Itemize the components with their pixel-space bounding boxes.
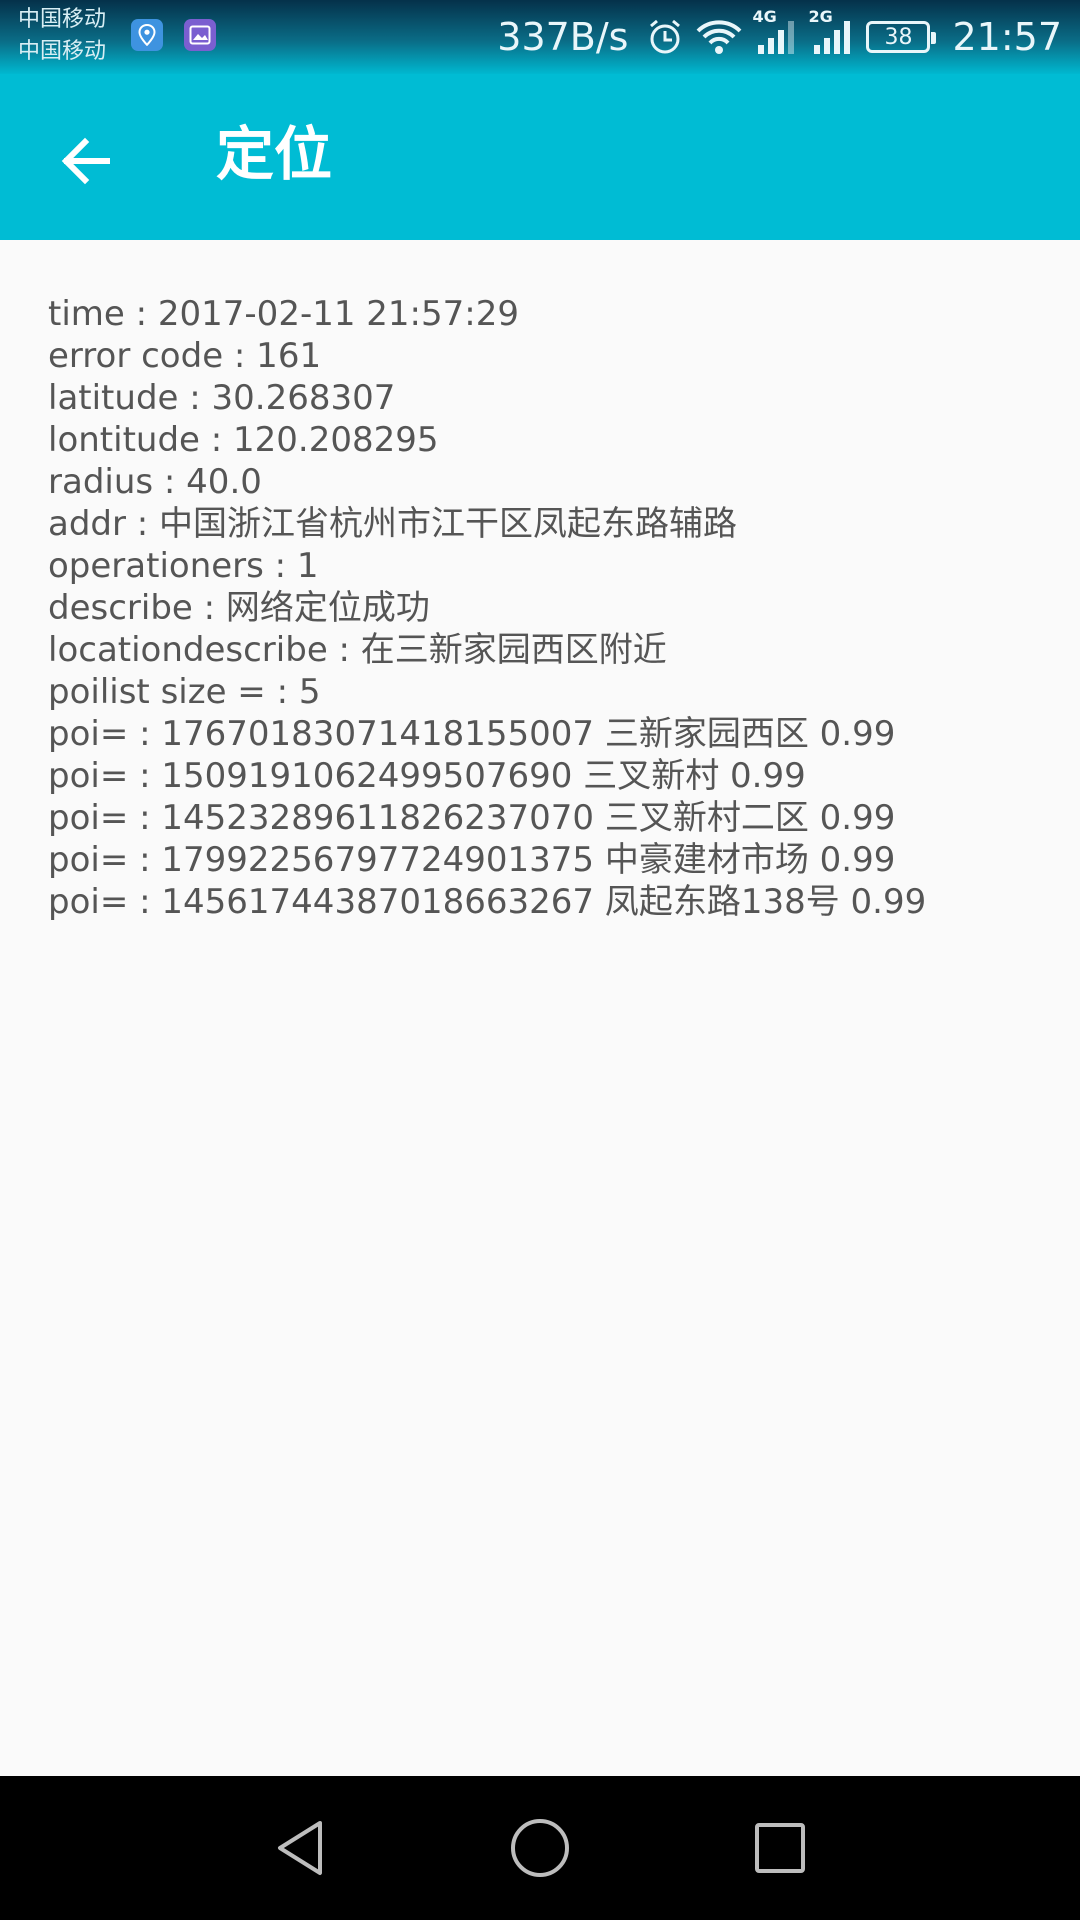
signal-4g-icon: 4G xyxy=(752,7,798,55)
text-line-address: addr : 中国浙江省杭州市江干区凤起东路辅路 xyxy=(48,504,738,544)
nav-recents-button[interactable] xyxy=(730,1798,830,1898)
text-line-poi-5: poi= : 14561744387018663267 凤起东路138号 0.9… xyxy=(48,882,927,922)
text-line-poi-3: poi= : 14523289611826237070 三叉新村二区 0.99 xyxy=(48,798,896,838)
text-line-poi-2: poi= : 15091910624995076​90 三叉新村 0.99 xyxy=(48,756,806,796)
back-triangle-icon xyxy=(278,1821,322,1875)
arrow-left-icon xyxy=(61,137,110,185)
nav-home-button[interactable] xyxy=(490,1798,590,1898)
carrier-2: 中国移动 xyxy=(18,39,107,64)
nav-back-button[interactable] xyxy=(250,1798,350,1898)
alarm-icon xyxy=(646,18,684,56)
recents-square-icon xyxy=(755,1823,805,1873)
status-bar: 中国移动 中国移动 337B/s 4G 2G 38 21:57 xyxy=(0,0,1080,74)
text-line-location-describe: locationdescribe : 在三新家园西区附近 xyxy=(48,630,667,670)
app-bar: 定位 xyxy=(0,74,1080,240)
image-notification-icon xyxy=(184,19,216,51)
text-line-error-code: error code : 161 xyxy=(48,336,322,376)
net-speed: 337B/s xyxy=(497,15,629,59)
battery-icon: 38 xyxy=(866,21,937,53)
gen-2g-label: 2G xyxy=(808,7,833,26)
back-button[interactable] xyxy=(40,116,130,206)
text-line-operators: operationers : 1 xyxy=(48,546,319,586)
text-line-describe: describe : 网络定位成功 xyxy=(48,588,430,628)
text-line-time: time : 2017-02-11 21:57:29 xyxy=(48,294,519,334)
gen-4g-label: 4G xyxy=(752,7,777,26)
battery-level: 38 xyxy=(884,24,913,50)
text-line-poi-4: poi= : 17992256797724901375 中豪建材市场 0.99 xyxy=(48,840,896,880)
location-result-text: time : 2017-02-11 21:57:29 error code : … xyxy=(48,293,1048,923)
carrier-1: 中国移动 xyxy=(18,7,107,32)
text-line-poilist-size: poilist size = : 5 xyxy=(48,672,321,712)
carrier-labels: 中国移动 中国移动 xyxy=(18,4,106,68)
page-title: 定位 xyxy=(216,120,333,188)
home-circle-icon xyxy=(511,1819,569,1877)
location-notification-icon xyxy=(131,19,163,51)
system-nav-bar xyxy=(0,1776,1080,1920)
text-line-poi-1: poi= : 1767018307141815500​7 三新家园西区 0.99 xyxy=(48,714,896,754)
text-line-latitude: latitude : 30.268307 xyxy=(48,378,396,418)
status-indicators: 337B/s 4G 2G 38 21:57 xyxy=(497,7,1062,64)
signal-2g-icon: 2G xyxy=(808,7,854,55)
clock: 21:57 xyxy=(952,15,1062,59)
text-line-radius: radius : 40.0 xyxy=(48,462,262,502)
text-line-longitude: lontitude : 120.208295 xyxy=(48,420,439,460)
wifi-icon xyxy=(696,19,742,55)
